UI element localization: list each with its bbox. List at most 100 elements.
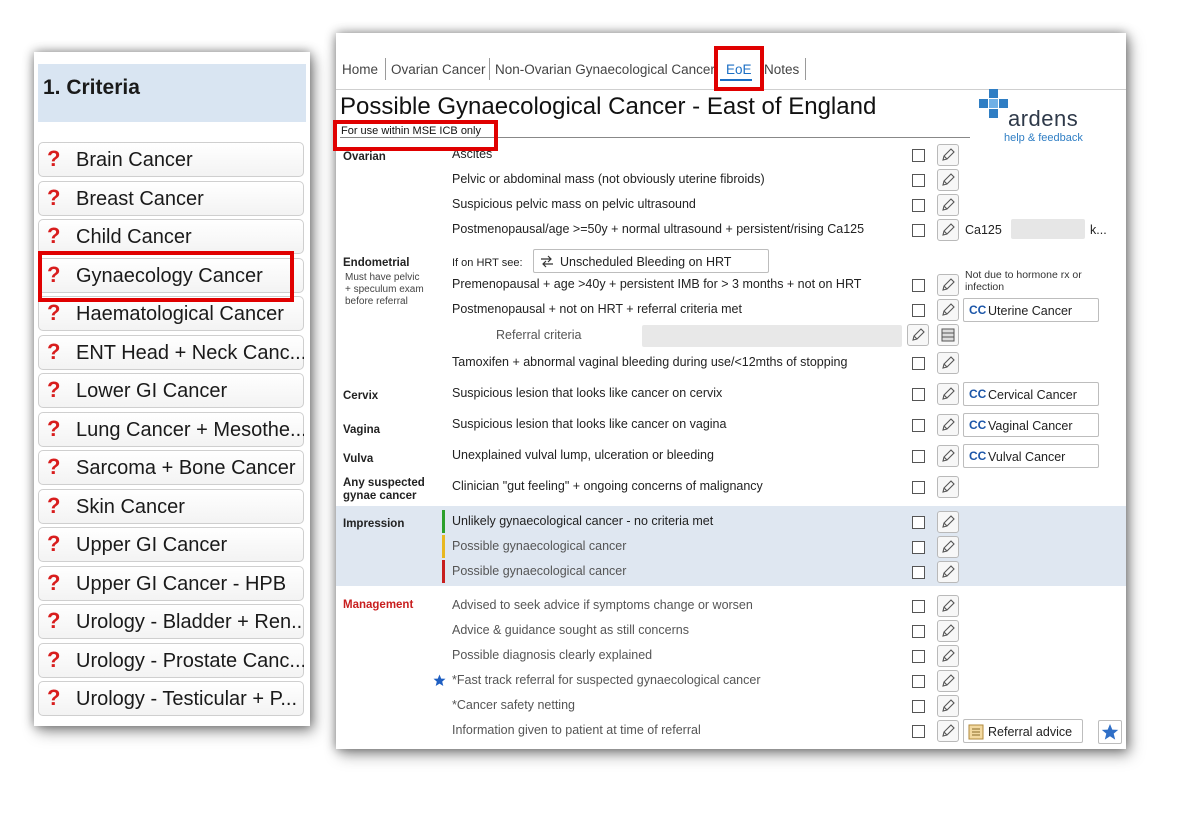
row-edit-button[interactable] xyxy=(937,219,959,241)
row-checkbox[interactable] xyxy=(912,481,925,494)
criteria-item-label: Upper GI Cancer xyxy=(76,534,228,556)
pencil-icon xyxy=(942,674,955,687)
ca125-value-field[interactable] xyxy=(1011,219,1085,239)
referral-advice-button[interactable]: Referral advice xyxy=(963,719,1083,743)
row-vagina-lesion: Suspicious lesion that looks like cancer… xyxy=(452,417,727,431)
pencil-icon xyxy=(942,418,955,431)
row-checkbox[interactable] xyxy=(912,700,925,713)
pencil-icon xyxy=(942,724,955,737)
criteria-item[interactable]: ? Urology - Testicular + P... xyxy=(38,681,304,716)
criteria-item[interactable]: ? Gynaecology Cancer xyxy=(38,258,304,293)
row-edit-button[interactable] xyxy=(937,352,959,374)
row-checkbox[interactable] xyxy=(912,650,925,663)
row-edit-button[interactable] xyxy=(937,383,959,405)
tab-notes[interactable]: Notes xyxy=(764,62,799,77)
cervical-cancer-button[interactable]: CC Cervical Cancer xyxy=(963,382,1099,406)
row-checkbox[interactable] xyxy=(912,675,925,688)
pencil-icon xyxy=(912,328,925,341)
row-edit-button[interactable] xyxy=(937,536,959,558)
row-impression-possible-red: Possible gynaecological cancer xyxy=(452,564,627,578)
row-checkbox[interactable] xyxy=(912,516,925,529)
row-checkbox[interactable] xyxy=(912,541,925,554)
row-edit-button[interactable] xyxy=(937,445,959,467)
criteria-item[interactable]: ? Sarcoma + Bone Cancer xyxy=(38,450,304,485)
help-feedback-link[interactable]: help & feedback xyxy=(1004,132,1083,144)
row-checkbox[interactable] xyxy=(912,566,925,579)
row-edit-button[interactable] xyxy=(937,169,959,191)
row-edit-button[interactable] xyxy=(937,670,959,692)
row-checkbox[interactable] xyxy=(912,388,925,401)
tab-home[interactable]: Home xyxy=(342,62,378,77)
question-mark-icon: ? xyxy=(47,685,61,710)
criteria-item[interactable]: ? Brain Cancer xyxy=(38,142,304,177)
row-edit-button[interactable] xyxy=(937,144,959,166)
criteria-item-label: Sarcoma + Bone Cancer xyxy=(76,457,296,479)
row-edit-button[interactable] xyxy=(937,274,959,296)
criteria-item-label: ENT Head + Neck Canc... xyxy=(76,342,304,364)
row-checkbox[interactable] xyxy=(912,304,925,317)
criteria-item[interactable]: ? Child Cancer xyxy=(38,219,304,254)
criteria-item[interactable]: ? ENT Head + Neck Canc... xyxy=(38,335,304,370)
criteria-item-label: Urology - Bladder + Ren... xyxy=(76,611,304,633)
row-edit-button[interactable] xyxy=(937,511,959,533)
criteria-item-label: Upper GI Cancer - HPB xyxy=(76,573,287,595)
pencil-icon xyxy=(942,148,955,161)
row-checkbox[interactable] xyxy=(912,149,925,162)
row-edit-button[interactable] xyxy=(937,645,959,667)
row-edit-button[interactable] xyxy=(937,194,959,216)
criteria-item[interactable]: ? Lower GI Cancer xyxy=(38,373,304,408)
criteria-item[interactable]: ? Lung Cancer + Mesothe... xyxy=(38,412,304,447)
row-edit-button[interactable] xyxy=(937,695,959,717)
row-mgmt-diagnosis: Possible diagnosis clearly explained xyxy=(452,648,653,662)
star-icon xyxy=(433,674,446,686)
criteria-item[interactable]: ? Upper GI Cancer - HPB xyxy=(38,566,304,601)
row-tamoxifen: Tamoxifen + abnormal vaginal bleeding du… xyxy=(452,355,848,369)
criteria-item[interactable]: ? Urology - Bladder + Ren... xyxy=(38,604,304,639)
tab-non-ovarian[interactable]: Non-Ovarian Gynaecological Cancer xyxy=(495,62,715,77)
vulval-cancer-button[interactable]: CC Vulval Cancer xyxy=(963,444,1099,468)
row-edit-button[interactable] xyxy=(937,476,959,498)
referral-criteria-table-button[interactable] xyxy=(937,324,959,346)
tab-divider xyxy=(805,58,806,80)
row-checkbox[interactable] xyxy=(912,199,925,212)
pencil-icon xyxy=(942,699,955,712)
row-checkbox[interactable] xyxy=(912,419,925,432)
row-checkbox[interactable] xyxy=(912,725,925,738)
tab-eoe[interactable]: EoE xyxy=(726,62,752,77)
section-impression: Impression xyxy=(343,518,405,530)
pencil-icon xyxy=(942,198,955,211)
row-checkbox[interactable] xyxy=(912,625,925,638)
criteria-item[interactable]: ? Haematological Cancer xyxy=(38,296,304,331)
row-checkbox[interactable] xyxy=(912,357,925,370)
row-edit-button[interactable] xyxy=(937,561,959,583)
criteria-item[interactable]: ? Breast Cancer xyxy=(38,181,304,216)
row-edit-button[interactable] xyxy=(937,414,959,436)
row-checkbox[interactable] xyxy=(912,600,925,613)
criteria-item-label: Lower GI Cancer xyxy=(76,380,228,402)
row-checkbox[interactable] xyxy=(912,450,925,463)
uterine-cancer-button[interactable]: CC Uterine Cancer xyxy=(963,298,1099,322)
row-checkbox[interactable] xyxy=(912,174,925,187)
criteria-item[interactable]: ? Upper GI Cancer xyxy=(38,527,304,562)
favourite-star-button[interactable] xyxy=(1098,720,1122,744)
question-mark-icon: ? xyxy=(47,416,61,441)
vaginal-cancer-button[interactable]: CC Vaginal Cancer xyxy=(963,413,1099,437)
endometrial-note-1: Must have pelvic xyxy=(345,272,420,283)
referral-criteria-field[interactable] xyxy=(642,325,902,347)
row-vulva-lump: Unexplained vulval lump, ulceration or b… xyxy=(452,448,714,462)
row-checkbox[interactable] xyxy=(912,279,925,292)
row-edit-button[interactable] xyxy=(937,595,959,617)
row-pelvic-ultrasound: Suspicious pelvic mass on pelvic ultraso… xyxy=(452,197,696,211)
tab-ovarian-cancer[interactable]: Ovarian Cancer xyxy=(391,62,486,77)
referral-criteria-edit-button[interactable] xyxy=(907,324,929,346)
row-checkbox[interactable] xyxy=(912,224,925,237)
tab-divider xyxy=(716,58,717,80)
row-edit-button[interactable] xyxy=(937,299,959,321)
criteria-item[interactable]: ? Skin Cancer xyxy=(38,489,304,524)
row-edit-button[interactable] xyxy=(937,620,959,642)
row-edit-button[interactable] xyxy=(937,720,959,742)
question-mark-icon: ? xyxy=(47,377,61,402)
unscheduled-bleeding-hrt-button[interactable]: Unscheduled Bleeding on HRT xyxy=(533,249,769,273)
page-subtitle: For use within MSE ICB only xyxy=(341,125,481,137)
criteria-item[interactable]: ? Urology - Prostate Canc... xyxy=(38,643,304,678)
